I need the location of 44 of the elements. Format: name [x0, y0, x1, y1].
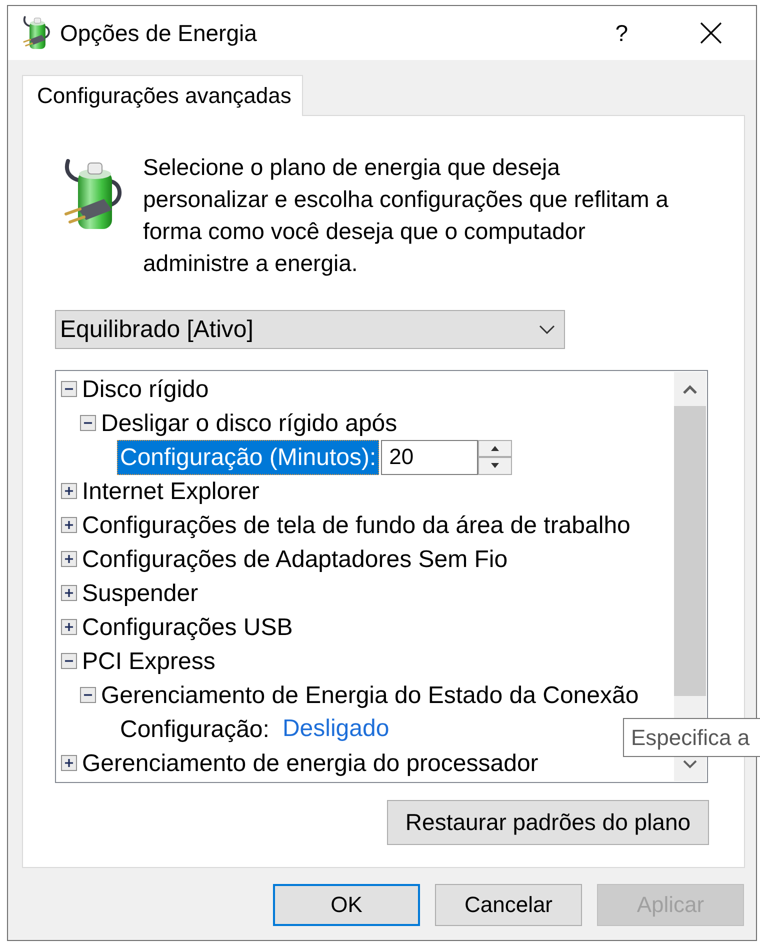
tree-item[interactable]: PCI Express [79, 644, 218, 678]
battery-plug-icon [22, 16, 52, 50]
minus-box-icon[interactable] [61, 381, 77, 397]
tree-item[interactable]: Internet Explorer [79, 474, 262, 508]
tooltip: Especifica a [623, 718, 760, 757]
tree-item[interactable]: Suspender [79, 576, 202, 610]
triangle-down-icon [491, 463, 500, 468]
setting-value-link[interactable]: Desligado [282, 715, 390, 743]
tree-item[interactable]: Configurações de Adaptadores Sem Fio [79, 542, 511, 576]
cancel-button[interactable]: Cancelar [435, 884, 582, 926]
spin-up-button[interactable] [478, 440, 512, 457]
spin-down-button[interactable] [478, 457, 512, 474]
close-icon [700, 22, 722, 44]
plus-box-icon[interactable] [61, 517, 77, 533]
restore-defaults-button[interactable]: Restaurar padrões do plano [387, 800, 709, 845]
intro-text: Selecione o plano de energia que deseja personalizar e escolha configurações que reflitam a forma como você deseja que o computador administre a energia. [143, 153, 670, 278]
tree-item[interactable]: Configurações de tela de fundo da área de trabalho [79, 508, 634, 542]
minus-box-icon[interactable] [80, 687, 96, 703]
help-button[interactable]: ? [611, 18, 632, 48]
chevron-down-icon [683, 760, 697, 769]
tree-item[interactable]: Desligar o disco rígido após [98, 406, 400, 440]
plan-dropdown[interactable]: Equilibrado [Ativo] [55, 310, 565, 349]
minus-box-icon[interactable] [61, 653, 77, 669]
setting-label[interactable]: Configuração: [117, 712, 272, 746]
plus-box-icon[interactable] [61, 551, 77, 567]
plus-box-icon[interactable] [61, 619, 77, 635]
plus-box-icon[interactable] [61, 483, 77, 499]
tree-item[interactable]: Disco rígido [79, 372, 212, 406]
ok-button[interactable]: OK [273, 884, 420, 926]
plus-box-icon[interactable] [61, 585, 77, 601]
window-title: Opções de Energia [60, 20, 257, 46]
plus-box-icon[interactable] [61, 755, 77, 771]
close-button[interactable] [698, 20, 724, 46]
tree-item[interactable]: Gerenciamento de energia do processador [79, 746, 542, 780]
setting-label[interactable]: Configuração (Minutos): [117, 440, 380, 474]
tree-item[interactable]: Gerenciamento de Energia do Estado da Conexão [98, 678, 642, 712]
scrollbar-thumb[interactable] [674, 406, 706, 696]
minus-box-icon[interactable] [80, 415, 96, 431]
triangle-up-icon [491, 446, 500, 451]
tree-item[interactable]: Configurações USB [79, 610, 296, 644]
caret-up-icon [683, 384, 697, 394]
number-input[interactable]: 20 [381, 440, 478, 474]
tab[interactable]: Configurações avançadas [22, 75, 303, 116]
chevron-down-icon [539, 325, 555, 334]
